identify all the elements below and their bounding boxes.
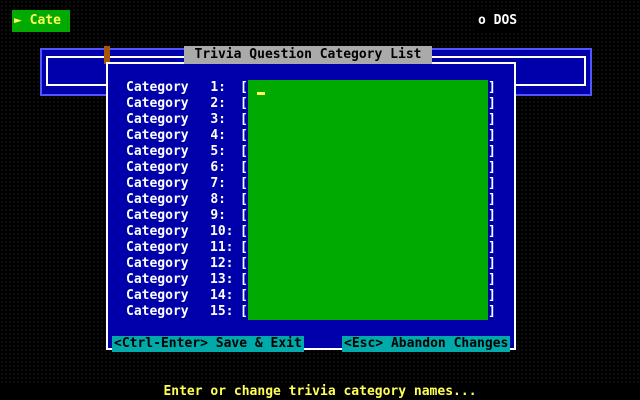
- category-label: Category: [126, 240, 189, 255]
- field-bracket-left: [: [240, 256, 248, 271]
- abandon-changes-button[interactable]: <Esc> Abandon Changes: [342, 336, 511, 352]
- category-label: Category: [126, 160, 189, 175]
- category-number: 3:: [210, 112, 226, 127]
- field-bracket-left: [: [240, 272, 248, 287]
- category-number: 1:: [210, 80, 226, 95]
- field-bracket-left: [: [240, 160, 248, 175]
- field-bracket-right: ]: [488, 256, 496, 271]
- dialog-title: Trivia Question Category List: [184, 46, 432, 64]
- field-bracket-right: ]: [488, 128, 496, 143]
- category-label: Category: [126, 144, 189, 159]
- field-bracket-left: [: [240, 112, 248, 127]
- field-bracket-right: ]: [488, 240, 496, 255]
- field-bracket-left: [: [240, 128, 248, 143]
- field-bracket-right: ]: [488, 192, 496, 207]
- save-exit-button[interactable]: <Ctrl-Enter> Save & Exit: [112, 336, 304, 352]
- category-label: Category: [126, 272, 189, 287]
- field-bracket-left: [: [240, 80, 248, 95]
- menu-item-dos[interactable]: o DOS: [474, 10, 522, 32]
- category-edit-field[interactable]: [248, 80, 488, 320]
- category-number: 9:: [210, 208, 226, 223]
- field-bracket-right: ]: [488, 144, 496, 159]
- category-number: 8:: [210, 192, 226, 207]
- field-bracket-left: [: [240, 96, 248, 111]
- field-bracket-right: ]: [488, 96, 496, 111]
- category-label: Category: [126, 256, 189, 271]
- menu-item-categories[interactable]: ► Cate: [12, 10, 70, 32]
- field-bracket-left: [: [240, 224, 248, 239]
- field-bracket-right: ]: [488, 80, 496, 95]
- category-number: 6:: [210, 160, 226, 175]
- category-number: 12:: [210, 256, 234, 271]
- field-bracket-left: [: [240, 304, 248, 319]
- category-label: Category: [126, 128, 189, 143]
- field-bracket-right: ]: [488, 224, 496, 239]
- field-bracket-left: [: [240, 176, 248, 191]
- field-bracket-right: ]: [488, 288, 496, 303]
- field-bracket-right: ]: [488, 176, 496, 191]
- field-bracket-right: ]: [488, 272, 496, 287]
- category-number: 7:: [210, 176, 226, 191]
- category-label: Category: [126, 224, 189, 239]
- field-bracket-left: [: [240, 208, 248, 223]
- category-number: 10:: [210, 224, 234, 239]
- status-bar: Enter or change trivia category names...: [0, 384, 640, 400]
- category-label: Category: [126, 80, 189, 95]
- category-number: 2:: [210, 96, 226, 111]
- field-bracket-right: ]: [488, 160, 496, 175]
- category-label: Category: [126, 112, 189, 127]
- category-label: Category: [126, 192, 189, 207]
- text-cursor: [257, 92, 265, 95]
- field-bracket-left: [: [240, 288, 248, 303]
- field-bracket-right: ]: [488, 304, 496, 319]
- category-label: Category: [126, 304, 189, 319]
- category-label: Category: [126, 176, 189, 191]
- category-label: Category: [126, 208, 189, 223]
- category-label: Category: [126, 96, 189, 111]
- category-number: 11:: [210, 240, 234, 255]
- field-bracket-left: [: [240, 192, 248, 207]
- category-number: 5:: [210, 144, 226, 159]
- field-bracket-left: [: [240, 144, 248, 159]
- category-label: Category: [126, 288, 189, 303]
- field-bracket-right: ]: [488, 208, 496, 223]
- field-bracket-left: [: [240, 240, 248, 255]
- category-number: 13:: [210, 272, 234, 287]
- field-bracket-right: ]: [488, 112, 496, 127]
- category-number: 15:: [210, 304, 234, 319]
- category-number: 4:: [210, 128, 226, 143]
- category-number: 14:: [210, 288, 234, 303]
